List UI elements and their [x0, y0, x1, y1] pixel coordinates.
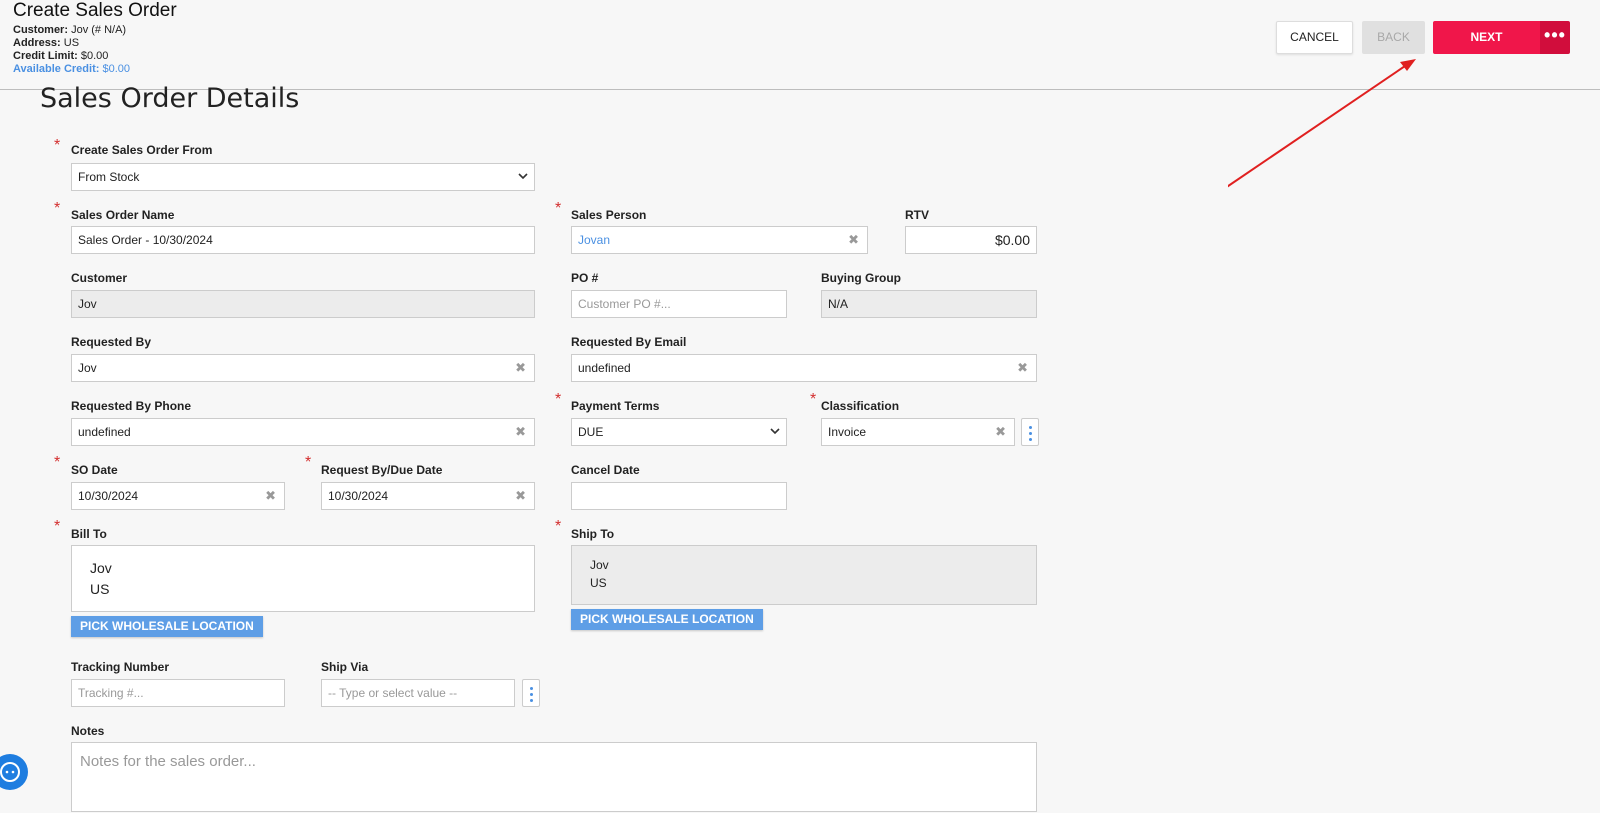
ship-to-line2: US [590, 576, 607, 590]
ship-via-input[interactable]: -- Type or select value -- [321, 679, 515, 707]
cancel-date-label: Cancel Date [571, 463, 640, 477]
next-button[interactable]: NEXT [1433, 21, 1540, 54]
sales-person-value: Jovan [578, 233, 611, 247]
requested-by-label: Requested By [71, 335, 152, 349]
clear-icon[interactable]: ✖ [515, 419, 526, 445]
requested-by-phone-value: undefined [78, 425, 131, 439]
clear-icon[interactable]: ✖ [1017, 355, 1028, 381]
buying-group-input: N/A [821, 290, 1037, 318]
payment-terms-select[interactable]: DUE [571, 418, 787, 446]
rtv-label: RTV [905, 208, 929, 222]
requested-by-email-label: Requested By Email [571, 335, 687, 349]
create-from-select[interactable]: From Stock [71, 163, 535, 191]
clear-icon[interactable]: ✖ [848, 227, 859, 253]
bill-to-address[interactable]: Jov US [71, 545, 535, 612]
requested-by-input[interactable]: Jov ✖ [71, 354, 535, 382]
required-marker: * [54, 454, 61, 471]
kebab-icon[interactable] [1021, 418, 1039, 446]
classification-value: Invoice [828, 425, 867, 439]
credit-limit-label: Credit Limit: [13, 50, 78, 62]
cancel-date-input[interactable] [571, 482, 787, 510]
customer-label: Customer [71, 271, 128, 285]
so-name-label: Sales Order Name [71, 208, 175, 222]
notes-textarea[interactable]: Notes for the sales order... [71, 742, 1037, 812]
clear-icon[interactable]: ✖ [995, 419, 1006, 445]
customer-value: Jov (# N/A) [71, 24, 127, 36]
customer-input: Jov [71, 290, 535, 318]
po-placeholder: Customer PO #... [578, 297, 671, 311]
credit-limit-value: $0.00 [80, 50, 109, 62]
ship-via-placeholder: -- Type or select value -- [328, 686, 458, 700]
required-marker: * [555, 200, 562, 217]
ship-to-line1: Jov [590, 558, 609, 572]
notes-label: Notes [71, 724, 105, 738]
required-marker: * [810, 391, 817, 408]
required-marker: * [555, 391, 562, 408]
ship-to-pick-location-button[interactable]: PICK WHOLESALE LOCATION [571, 609, 763, 630]
customer-label: Customer: [13, 24, 69, 36]
requested-by-phone-input[interactable]: undefined ✖ [71, 418, 535, 446]
requested-by-email-value: undefined [578, 361, 631, 375]
rtv-input[interactable]: $0.00 [905, 226, 1037, 254]
support-chat-icon[interactable] [0, 754, 28, 790]
bill-to-line2: US [90, 581, 110, 597]
address-value: US [63, 37, 80, 49]
po-label: PO # [571, 271, 599, 285]
notes-placeholder: Notes for the sales order... [80, 753, 256, 770]
cancel-button[interactable]: CANCEL [1276, 21, 1353, 54]
classification-label: Classification [821, 399, 900, 413]
required-marker: * [305, 454, 312, 471]
bill-to-pick-location-button[interactable]: PICK WHOLESALE LOCATION [71, 616, 263, 637]
clear-icon[interactable]: ✖ [515, 483, 526, 509]
required-marker: * [555, 518, 562, 535]
required-marker: * [54, 137, 61, 154]
clear-icon[interactable]: ✖ [515, 355, 526, 381]
buying-group-label: Buying Group [821, 271, 901, 285]
sales-person-input[interactable]: Jovan ✖ [571, 226, 868, 254]
due-date-value: 10/30/2024 [328, 489, 389, 503]
so-date-value: 10/30/2024 [78, 489, 139, 503]
due-date-input[interactable]: 10/30/2024 ✖ [321, 482, 535, 510]
tracking-label: Tracking Number [71, 660, 170, 674]
classification-input[interactable]: Invoice ✖ [821, 418, 1015, 446]
ship-via-label: Ship Via [321, 660, 369, 674]
back-button[interactable]: BACK [1362, 21, 1425, 54]
requested-by-phone-label: Requested By Phone [71, 399, 192, 413]
create-from-label: Create Sales Order From [71, 143, 213, 157]
so-name-input[interactable]: Sales Order - 10/30/2024 [71, 226, 535, 254]
available-credit-value: $0.00 [102, 63, 130, 75]
more-dots-icon[interactable]: ••• [1540, 21, 1570, 54]
so-date-label: SO Date [71, 463, 118, 477]
due-date-label: Request By/Due Date [321, 463, 443, 477]
tracking-input[interactable]: Tracking #... [71, 679, 285, 707]
clear-icon[interactable]: ✖ [265, 483, 276, 509]
address-label: Address: [13, 37, 61, 49]
kebab-icon[interactable] [522, 679, 540, 707]
ship-to-address: Jov US [571, 545, 1037, 605]
required-marker: * [54, 518, 61, 535]
chevron-down-icon [770, 419, 780, 445]
create-from-value: From Stock [78, 170, 140, 184]
annotation-arrow [1228, 59, 1416, 188]
ship-to-label: Ship To [571, 527, 615, 541]
customer-summary: Customer: Jov (# N/A) Address: US Credit… [13, 24, 130, 76]
bill-to-line1: Jov [90, 560, 112, 576]
po-input[interactable]: Customer PO #... [571, 290, 787, 318]
page-title: Create Sales Order [13, 0, 177, 21]
chevron-down-icon [518, 164, 528, 190]
available-credit-label: Available Credit: [13, 63, 100, 75]
section-title: Sales Order Details [40, 83, 300, 114]
bill-to-label: Bill To [71, 527, 107, 541]
sales-person-label: Sales Person [571, 208, 647, 222]
required-marker: * [54, 200, 61, 217]
tracking-placeholder: Tracking #... [78, 686, 144, 700]
payment-terms-value: DUE [578, 425, 604, 439]
payment-terms-label: Payment Terms [571, 399, 660, 413]
so-date-input[interactable]: 10/30/2024 ✖ [71, 482, 285, 510]
requested-by-value: Jov [78, 361, 97, 375]
requested-by-email-input[interactable]: undefined ✖ [571, 354, 1037, 382]
